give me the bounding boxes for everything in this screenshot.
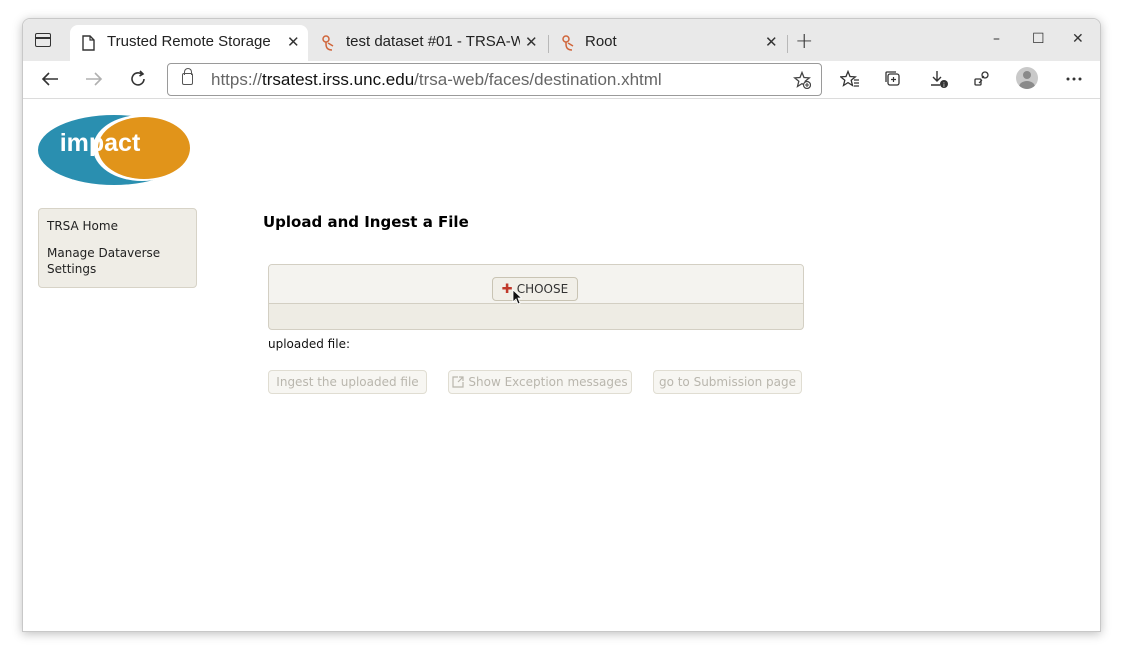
refresh-icon[interactable]	[129, 70, 147, 88]
downloads-icon[interactable]: i	[929, 69, 949, 89]
minimize-button[interactable]: –	[993, 31, 1000, 47]
uploaded-file-label: uploaded file:	[268, 337, 351, 351]
go-submission-label: go to Submission page	[658, 375, 797, 389]
sidebar-item-manage-dataverse-settings[interactable]: Manage Dataverse Settings	[47, 245, 188, 277]
upload-button-bar: ✚ CHOOSE	[269, 265, 803, 304]
add-favorite-icon[interactable]	[793, 71, 811, 89]
tab-separator	[787, 35, 788, 53]
tab-root[interactable]: Root ✕	[551, 25, 785, 61]
tab-label: Root	[585, 33, 617, 50]
page-icon	[82, 35, 95, 51]
tab-actions-icon[interactable]	[35, 33, 51, 47]
forward-arrow-icon[interactable]	[85, 71, 103, 87]
sidebar-menu: TRSA Home Manage Dataverse Settings	[38, 208, 197, 288]
impact-logo: impact	[38, 115, 191, 185]
url-host: trsatest.irss.unc.edu	[262, 70, 415, 89]
sidebar-item-trsa-home[interactable]: TRSA Home	[47, 218, 188, 234]
url-scheme: https://	[211, 70, 263, 89]
page-content: impact TRSA Home Manage Dataverse Settin…	[23, 100, 1100, 631]
tab-close-icon[interactable]: ✕	[765, 33, 778, 51]
choose-button-label: CHOOSE	[516, 282, 569, 296]
profile-avatar[interactable]	[1016, 67, 1038, 89]
tab-separator	[548, 35, 549, 53]
page-title: Upload and Ingest a File	[263, 213, 469, 231]
more-options-icon[interactable]	[1066, 77, 1082, 81]
browser-window: Trusted Remote Storage A ✕ test dataset …	[22, 18, 1101, 632]
browser-toolbar: https://trsatest.irss.unc.edu/trsa-web/f…	[23, 61, 1100, 99]
choose-file-button[interactable]: ✚ CHOOSE	[492, 277, 578, 301]
collections-icon[interactable]	[884, 70, 902, 88]
tab-trusted-remote-storage[interactable]: Trusted Remote Storage A ✕	[70, 25, 308, 61]
external-link-icon	[452, 376, 464, 388]
close-window-button[interactable]: ✕	[1072, 31, 1084, 47]
url-text[interactable]: https://trsatest.irss.unc.edu/trsa-web/f…	[211, 70, 662, 90]
tab-strip: Trusted Remote Storage A ✕ test dataset …	[23, 19, 1100, 61]
file-upload-panel: ✚ CHOOSE	[268, 264, 804, 330]
show-exceptions-label: Show Exception messages	[468, 375, 628, 389]
extensions-icon[interactable]	[973, 70, 991, 88]
ingest-uploaded-file-button[interactable]: Ingest the uploaded file	[268, 370, 427, 394]
url-path: /trsa-web/faces/destination.xhtml	[414, 70, 662, 89]
address-bar[interactable]: https://trsatest.irss.unc.edu/trsa-web/f…	[167, 63, 822, 96]
back-arrow-icon[interactable]	[41, 71, 59, 87]
tab-label: test dataset #01 - TRSA-W	[346, 33, 520, 50]
tab-test-dataset[interactable]: test dataset #01 - TRSA-W ✕	[311, 25, 541, 61]
favorites-icon[interactable]	[840, 70, 860, 88]
ingest-button-label: Ingest the uploaded file	[276, 375, 419, 389]
dataverse-icon	[322, 35, 334, 51]
show-exception-messages-button[interactable]: Show Exception messages	[448, 370, 632, 394]
new-tab-button[interactable]: +	[795, 29, 813, 54]
lock-icon[interactable]	[182, 68, 193, 85]
logo-text: impact	[60, 129, 141, 157]
tab-close-icon[interactable]: ✕	[287, 33, 300, 51]
dataverse-icon	[562, 35, 574, 51]
tab-close-icon[interactable]: ✕	[525, 33, 538, 51]
tab-label: Trusted Remote Storage A	[107, 33, 273, 50]
mouse-cursor-icon	[512, 289, 522, 305]
maximize-button[interactable]: ☐	[1032, 31, 1045, 47]
go-to-submission-page-button[interactable]: go to Submission page	[653, 370, 802, 394]
